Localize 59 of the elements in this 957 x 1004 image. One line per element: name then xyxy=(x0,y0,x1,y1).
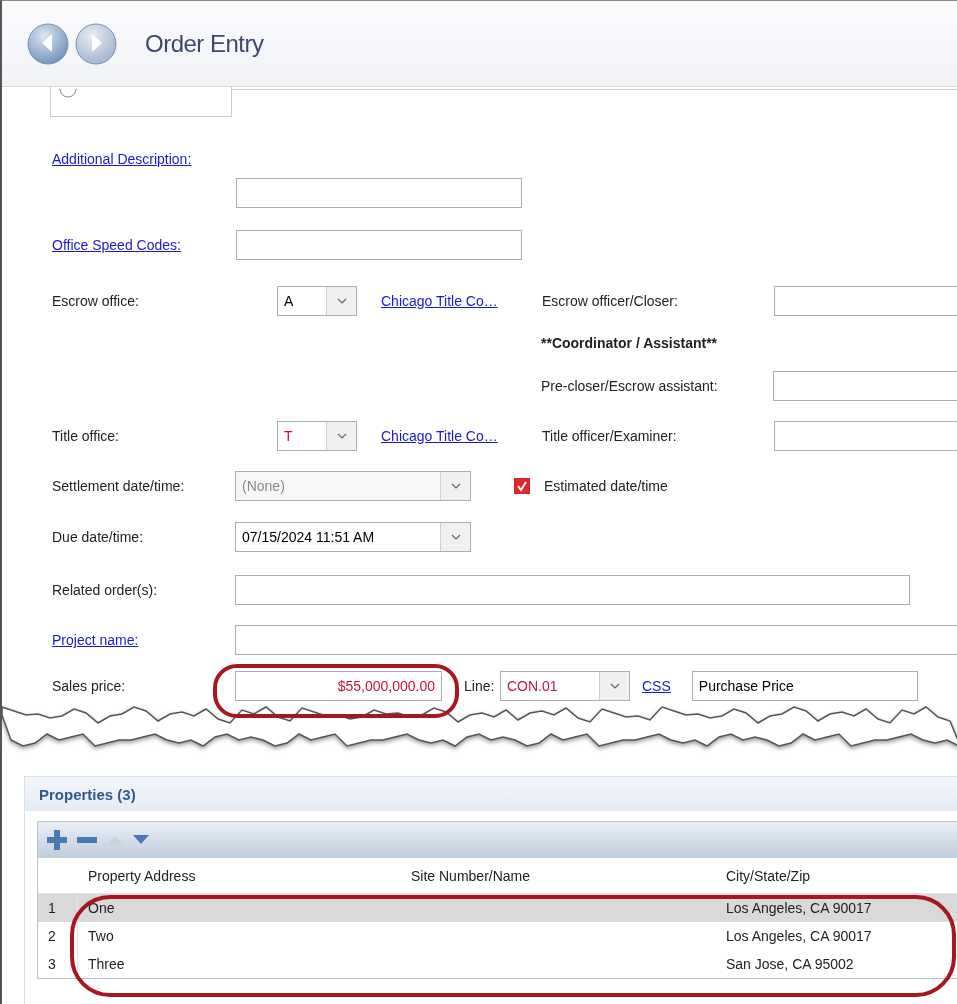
table-row[interactable]: 2 Two Los Angeles, CA 90017 xyxy=(38,922,957,950)
add-button[interactable] xyxy=(46,829,68,851)
table-row[interactable]: 3 Three San Jose, CA 95002 xyxy=(38,950,957,978)
column-header[interactable]: Site Number/Name xyxy=(401,867,716,884)
field-label: Title officer/Examiner: xyxy=(542,428,677,444)
line-code-link[interactable]: CSS xyxy=(642,678,671,694)
input-field[interactable]: $55,000,000.00 xyxy=(235,671,442,701)
move-down-button[interactable] xyxy=(132,834,150,846)
row-number: 1 xyxy=(38,894,78,922)
section-heading: **Coordinator / Assistant** xyxy=(541,335,718,351)
checkbox[interactable] xyxy=(514,478,530,494)
input-field[interactable] xyxy=(773,371,957,401)
field-label-link[interactable]: Project name: xyxy=(52,632,139,648)
row-number: 3 xyxy=(38,950,78,978)
caret-icon xyxy=(609,683,620,689)
field-label: Title office: xyxy=(52,428,119,444)
caret-icon xyxy=(450,534,461,540)
field-label-link[interactable]: Office Speed Codes: xyxy=(52,237,181,253)
caret-icon xyxy=(450,483,461,489)
table-cell-text: Los Angeles, CA 90017 xyxy=(725,928,873,944)
input-field[interactable] xyxy=(774,421,957,451)
input-field[interactable]: Purchase Price xyxy=(691,671,918,701)
field-label: Escrow office: xyxy=(52,293,139,309)
window-title: Order Entry xyxy=(145,29,264,58)
column-header[interactable]: City/State/Zip xyxy=(716,867,957,884)
field-label: Related order(s): xyxy=(52,582,158,598)
field-label: Line: xyxy=(464,678,496,694)
field-label: Settlement date/time: xyxy=(52,478,185,494)
forward-button[interactable] xyxy=(75,22,117,65)
input-field[interactable] xyxy=(236,178,522,208)
checkmark-icon xyxy=(516,480,528,492)
column-header[interactable]: Property Address xyxy=(78,867,401,884)
field-label: Pre-closer/Escrow assistant: xyxy=(541,378,718,394)
caret-icon xyxy=(336,298,347,304)
input-field[interactable] xyxy=(236,230,522,260)
field-label: Escrow officer/Closer: xyxy=(542,293,678,309)
field-label-link[interactable]: Additional Description: xyxy=(52,151,192,167)
radio-button[interactable] xyxy=(59,89,77,99)
back-button[interactable] xyxy=(27,22,69,65)
input-field[interactable] xyxy=(774,286,957,316)
checkbox-label: Estimated date/time xyxy=(544,478,668,494)
office-link[interactable]: Chicago Title Co… xyxy=(381,428,518,444)
dropdown[interactable]: A xyxy=(277,286,357,316)
dropdown[interactable]: 07/15/2024 11:51 AM xyxy=(235,522,471,552)
panel-title: Properties (3) xyxy=(39,785,136,803)
table-cell-text: Three xyxy=(87,956,126,972)
table-cell-text: One xyxy=(87,900,116,916)
caret-icon xyxy=(336,433,347,439)
dropdown[interactable]: T xyxy=(277,421,357,451)
field-label: Sales price: xyxy=(52,678,126,694)
input-field[interactable] xyxy=(235,575,910,605)
dropdown[interactable]: CON.01 xyxy=(500,671,630,701)
row-number: 2 xyxy=(38,922,78,950)
table-cell-text: San Jose, CA 95002 xyxy=(725,956,855,972)
input-field[interactable] xyxy=(235,625,957,655)
field-label: Due date/time: xyxy=(52,529,144,545)
table-cell-text: Los Angeles, CA 90017 xyxy=(725,900,873,916)
office-link[interactable]: Chicago Title Co… xyxy=(381,293,518,309)
table-cell-text: Two xyxy=(87,928,115,944)
